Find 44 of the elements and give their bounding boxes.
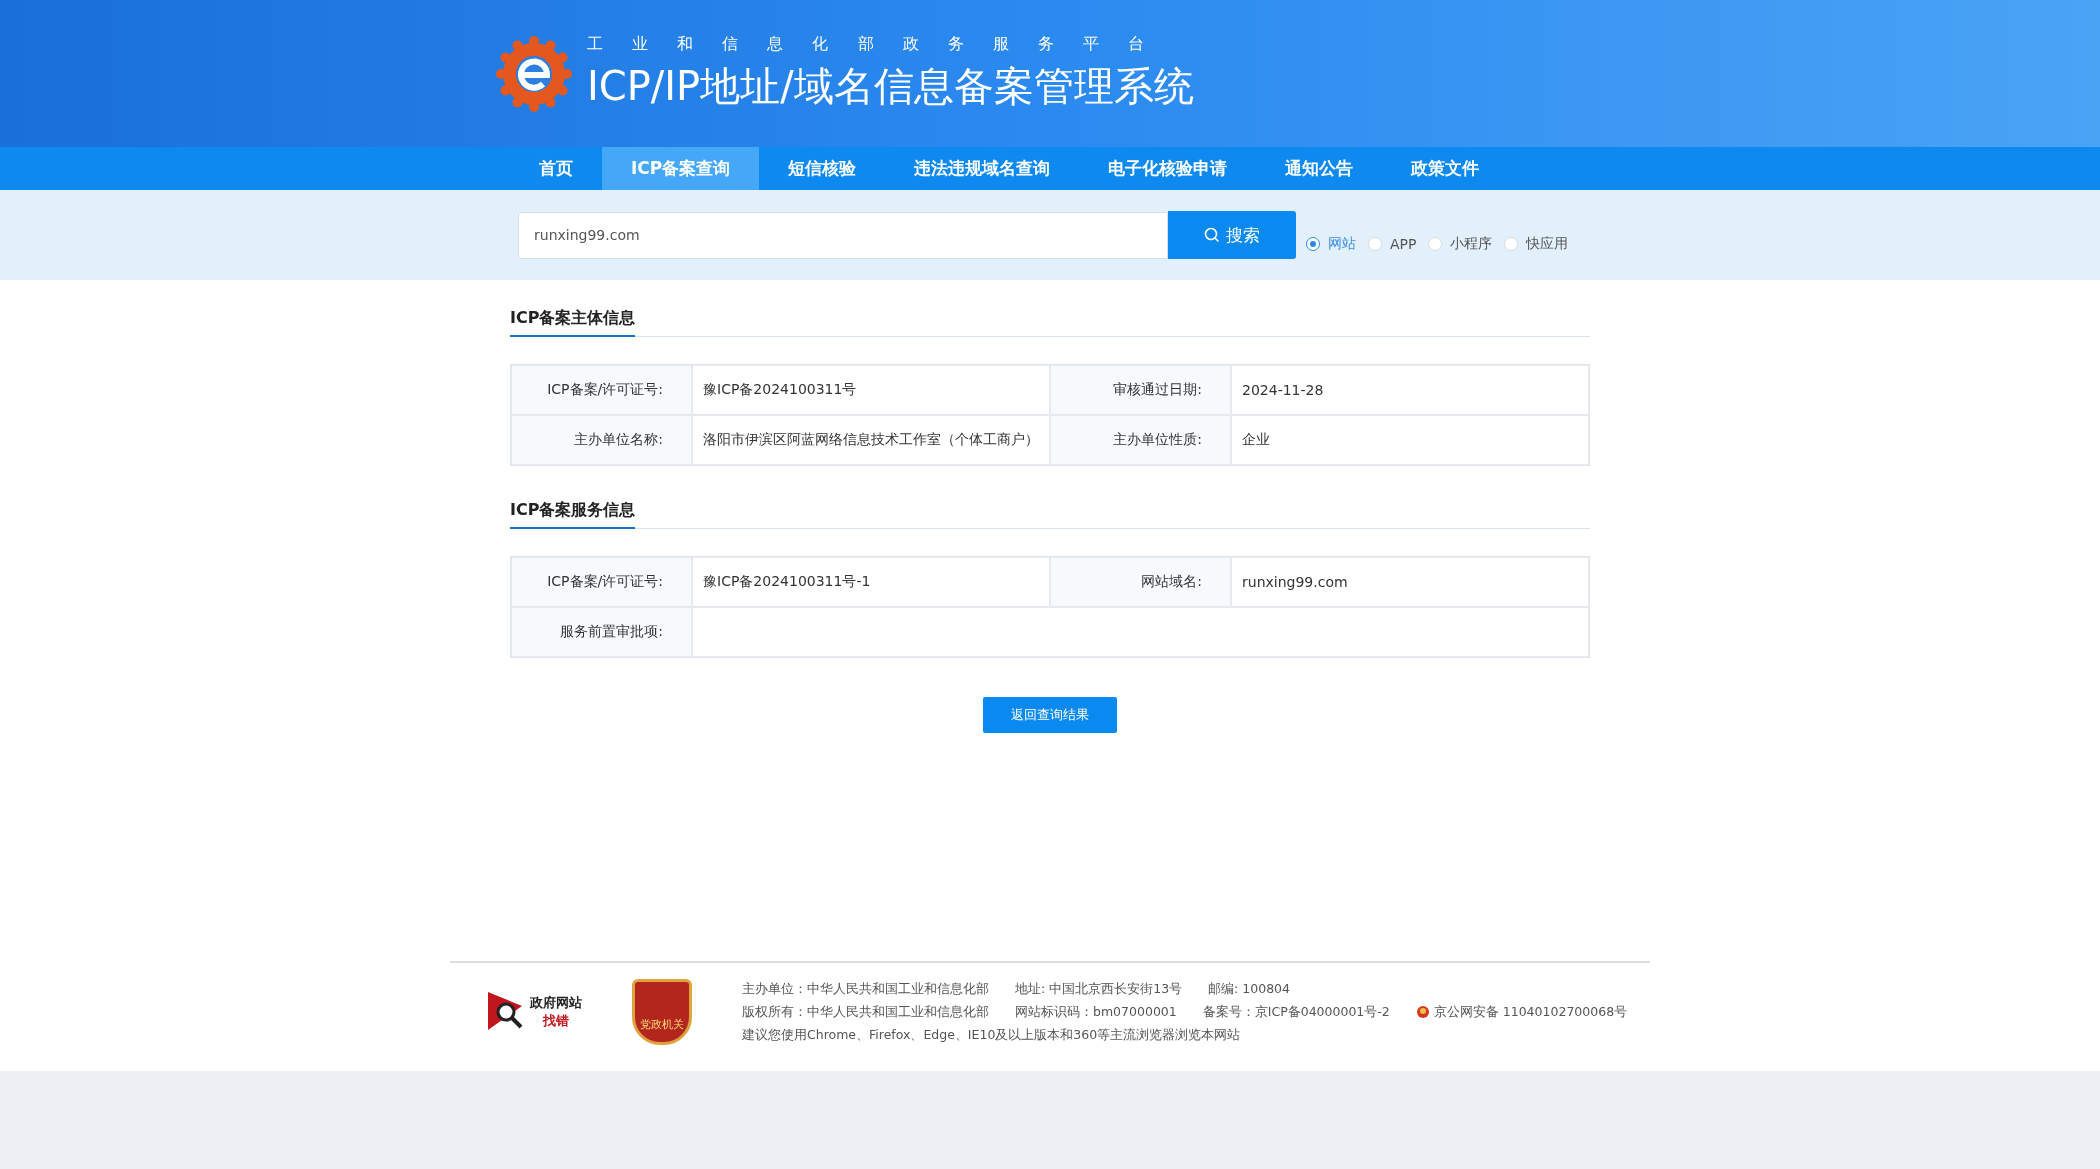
field-value: 豫ICP备2024100311号-1 bbox=[692, 557, 1050, 607]
nav-tab[interactable]: 首页 bbox=[510, 147, 602, 190]
field-label: 网站域名: bbox=[1050, 557, 1231, 607]
police-record-link[interactable]: 京公网安备 11040102700068号 bbox=[1415, 1003, 1628, 1021]
footer-text: 主办单位：中华人民共和国工业和信息化部 bbox=[742, 980, 989, 998]
party-agency-badge[interactable]: 党政机关 bbox=[632, 979, 692, 1045]
search-field[interactable]: runxing99.com bbox=[518, 211, 1168, 259]
nav-tab[interactable]: 政策文件 bbox=[1382, 147, 1509, 190]
field-label: 服务前置审批项: bbox=[511, 607, 692, 657]
field-label: ICP备案/许可证号: bbox=[511, 557, 692, 607]
field-label: ICP备案/许可证号: bbox=[511, 365, 692, 415]
type-radio[interactable]: APP bbox=[1368, 236, 1417, 252]
gear-logo-icon bbox=[495, 34, 573, 113]
footer-text: 地址: 中国北京西长安街13号 bbox=[1015, 980, 1183, 998]
type-radio[interactable]: 快应用 bbox=[1504, 235, 1569, 253]
nav-tab[interactable]: 违法违规域名查询 bbox=[885, 147, 1080, 190]
footer-text: 邮编: 100804 bbox=[1208, 980, 1290, 998]
footer-text: 备案号：京ICP备04000001号-2 bbox=[1202, 1003, 1390, 1021]
type-radio[interactable]: 小程序 bbox=[1428, 235, 1493, 253]
field-value: runxing99.com bbox=[1231, 557, 1589, 607]
nav-tab[interactable]: 通知公告 bbox=[1256, 147, 1383, 190]
footer-text: 建议您使用Chrome、Firefox、Edge、IE10及以上版本和360等主流浏览器浏览本网站 bbox=[742, 1026, 1241, 1044]
search-icon bbox=[1204, 227, 1220, 243]
field-value: 企业 bbox=[1231, 415, 1589, 465]
field-label: 审核通过日期: bbox=[1050, 365, 1231, 415]
gov-site-error-badge[interactable]: 政府网站 找错 bbox=[486, 990, 582, 1034]
footer-text: 网站标识码：bm07000001 bbox=[1015, 1003, 1177, 1021]
field-value: 豫ICP备2024100311号 bbox=[692, 365, 1050, 415]
type-radio[interactable]: 网站 bbox=[1306, 235, 1356, 253]
field-value: 2024-11-28 bbox=[1231, 365, 1589, 415]
police-emblem-icon bbox=[1415, 1005, 1430, 1019]
section-title: ICP备案服务信息 bbox=[510, 500, 636, 529]
back-button[interactable]: 返回查询结果 bbox=[983, 697, 1117, 733]
section-title: ICP备案主体信息 bbox=[510, 308, 636, 337]
field-label: 主办单位性质: bbox=[1050, 415, 1231, 465]
nav-tab[interactable]: 短信核验 bbox=[759, 147, 886, 190]
header-subtitle: 工 业 和 信 息 化 部 政 务 服 务 平 台 bbox=[587, 33, 1158, 55]
search-button[interactable]: 搜索 bbox=[1168, 211, 1296, 259]
site-title: ICP/IP地址/域名信息备案管理系统 bbox=[587, 61, 1194, 111]
footer-text: 版权所有：中华人民共和国工业和信息化部 bbox=[742, 1003, 989, 1021]
nav-tab[interactable]: ICP备案查询 bbox=[602, 147, 760, 190]
field-label: 主办单位名称: bbox=[511, 415, 692, 465]
field-value: 洛阳市伊滨区阿蓝网络信息技术工作室（个体工商户） bbox=[692, 415, 1050, 465]
nav-tab[interactable]: 电子化核验申请 bbox=[1079, 147, 1257, 190]
